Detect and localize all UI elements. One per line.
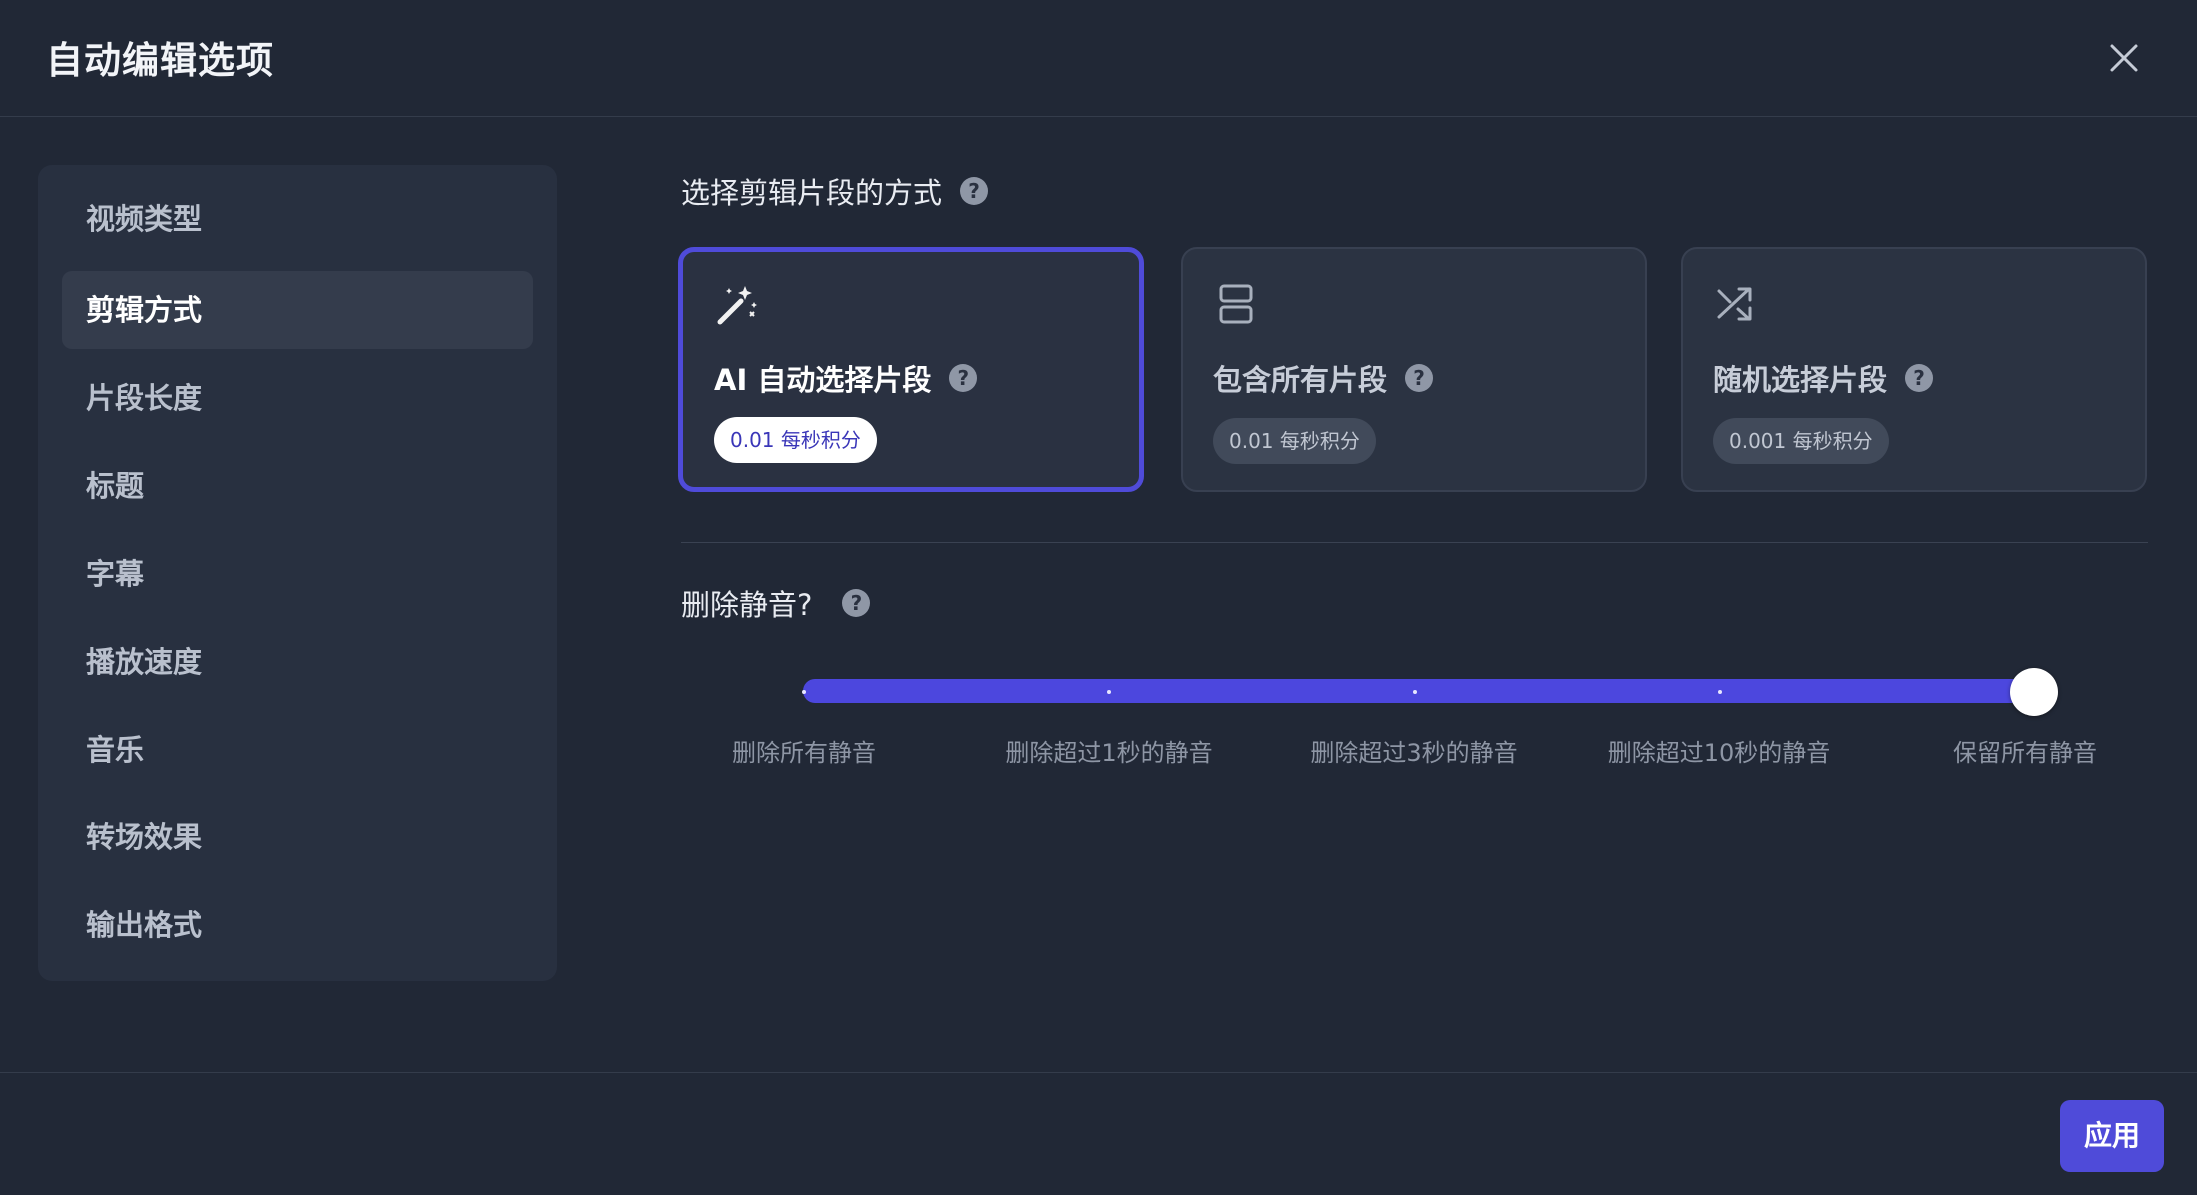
footer-divider (0, 1072, 2197, 1073)
help-icon[interactable]: ? (1905, 364, 1934, 392)
help-icon[interactable]: ? (842, 589, 871, 617)
option-card-ai-select[interactable]: AI 自动选择片段 ? 0.01 每秒积分 (678, 247, 1144, 492)
dialog-header: 自动编辑选项 (0, 0, 2197, 117)
sidebar-item-clip-method[interactable]: 剪辑方式 (62, 271, 533, 349)
credit-badge: 0.001 每秒积分 (1713, 418, 1889, 464)
slider-step-dot (802, 690, 806, 694)
sidebar-item-music[interactable]: 音乐 (62, 711, 533, 789)
silence-slider-track[interactable] (803, 679, 2033, 703)
slider-step-dot (1413, 690, 1417, 694)
sidebar-item-title[interactable]: 标题 (62, 447, 533, 525)
layout-rows-icon (1219, 284, 1253, 324)
magic-wand-icon (717, 286, 757, 325)
sidebar-item-playback-speed[interactable]: 播放速度 (62, 623, 533, 701)
slider-step-label[interactable]: 删除超过3秒的静音 (1310, 733, 1517, 768)
slider-step-dot (1718, 690, 1722, 694)
auto-edit-dialog: 自动编辑选项 视频类型 剪辑方式 片段长度 标题 字幕 播放速度 音乐 转场效果… (0, 0, 2197, 1195)
help-icon[interactable]: ? (949, 364, 978, 392)
credit-badge: 0.01 每秒积分 (1213, 418, 1376, 464)
apply-button[interactable]: 应用 (2060, 1100, 2164, 1172)
option-label-text: 随机选择片段 (1713, 363, 1888, 397)
sidebar-item-subtitles[interactable]: 字幕 (62, 535, 533, 613)
sidebar-item-clip-length[interactable]: 片段长度 (62, 359, 533, 437)
shuffle-icon (1717, 287, 1752, 321)
slider-step-label[interactable]: 删除超过10秒的静音 (1608, 733, 1831, 768)
credit-badge: 0.01 每秒积分 (714, 417, 877, 463)
option-card-include-all[interactable]: 包含所有片段 ? 0.01 每秒积分 (1181, 247, 1647, 492)
sidebar: 视频类型 剪辑方式 片段长度 标题 字幕 播放速度 音乐 转场效果 输出格式 (38, 165, 557, 981)
slider-step-label[interactable]: 保留所有静音 (1953, 733, 2097, 768)
clip-method-heading-text: 选择剪辑片段的方式 (681, 176, 943, 210)
slider-step-label[interactable]: 删除超过1秒的静音 (1005, 733, 1212, 768)
clip-method-heading: 选择剪辑片段的方式 ? (681, 170, 989, 212)
sidebar-item-video-type[interactable]: 视频类型 (62, 180, 533, 258)
silence-slider-thumb[interactable] (2010, 668, 2058, 716)
option-label-text: AI 自动选择片段 (714, 363, 932, 397)
option-label: 随机选择片段 ? (1713, 357, 1934, 399)
close-icon (2110, 44, 2138, 72)
section-divider (681, 542, 2148, 543)
option-label: 包含所有片段 ? (1213, 357, 1434, 399)
sidebar-item-output-format[interactable]: 输出格式 (62, 886, 533, 964)
silence-heading-text: 删除静音? (681, 588, 813, 622)
slider-step-dot (1107, 690, 1111, 694)
help-icon[interactable]: ? (1405, 364, 1434, 392)
help-icon[interactable]: ? (960, 177, 989, 205)
close-button[interactable] (2100, 34, 2148, 82)
option-card-random-select[interactable]: 随机选择片段 ? 0.001 每秒积分 (1681, 247, 2147, 492)
silence-heading: 删除静音? ? (681, 582, 871, 624)
slider-step-label[interactable]: 删除所有静音 (732, 733, 876, 768)
option-label: AI 自动选择片段 ? (714, 357, 978, 399)
option-label-text: 包含所有片段 (1213, 363, 1388, 397)
sidebar-item-transitions[interactable]: 转场效果 (62, 798, 533, 876)
dialog-title: 自动编辑选项 (46, 39, 274, 82)
